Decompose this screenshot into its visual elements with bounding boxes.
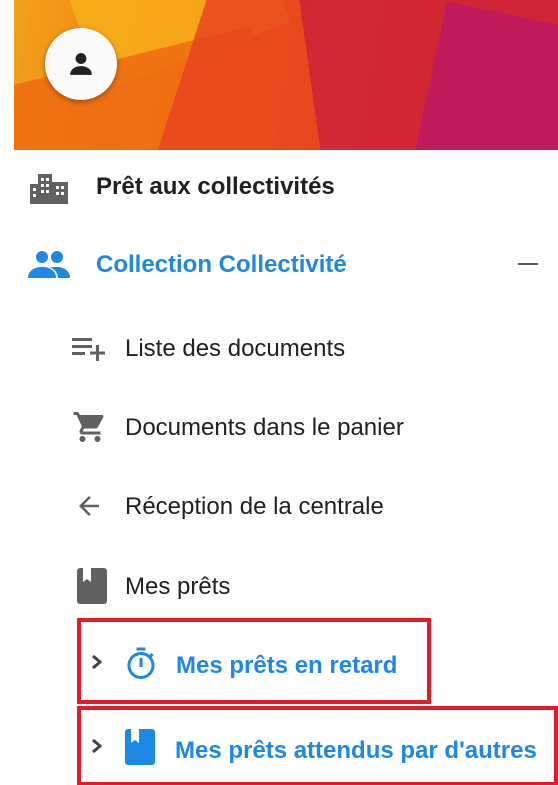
menu-item-label: Réception de la centrale	[125, 493, 384, 520]
playlist-add-icon	[72, 336, 106, 362]
menu-group-pret-collectivites[interactable]: Prêt aux collectivités	[0, 157, 558, 217]
menu-group-label: Prêt aux collectivités	[96, 173, 335, 200]
chevron-right-icon[interactable]	[91, 654, 103, 675]
timer-icon	[123, 645, 159, 683]
menu-item-liste-documents[interactable]: Liste des documents	[0, 318, 558, 378]
menu-item-reception-centrale[interactable]: Réception de la centrale	[0, 476, 558, 536]
menu-item-label: Mes prêts	[125, 573, 231, 600]
menu-section-label: Collection Collectivité	[96, 251, 347, 278]
navigation-drawer: Prêt aux collectivités Collection Collec…	[0, 0, 558, 785]
book-icon	[125, 729, 155, 765]
menu-subitem-prets-attendus[interactable]: Mes prêts attendus par d'autres	[0, 718, 558, 778]
minus-icon[interactable]	[518, 263, 538, 265]
menu-item-documents-panier[interactable]: Documents dans le panier	[0, 397, 558, 457]
menu-item-mes-prets[interactable]: Mes prêts	[0, 556, 558, 616]
person-icon	[70, 53, 92, 75]
menu-subitem-label: Mes prêts en retard	[176, 652, 398, 679]
menu-item-label: Documents dans le panier	[125, 414, 404, 441]
avatar[interactable]	[45, 28, 117, 100]
book-icon	[77, 568, 107, 604]
shopping-cart-icon	[71, 409, 109, 445]
menu-subitem-prets-en-retard[interactable]: Mes prêts en retard	[0, 634, 558, 694]
menu-subitem-label: Mes prêts attendus par d'autres	[175, 737, 537, 764]
people-icon	[28, 250, 70, 280]
menu-item-label: Liste des documents	[125, 335, 346, 362]
chevron-right-icon[interactable]	[91, 738, 103, 759]
header-banner	[14, 0, 558, 150]
building-icon	[30, 172, 68, 204]
menu-section-collection-collectivite[interactable]: Collection Collectivité	[0, 234, 558, 294]
arrow-left-icon	[73, 491, 105, 521]
